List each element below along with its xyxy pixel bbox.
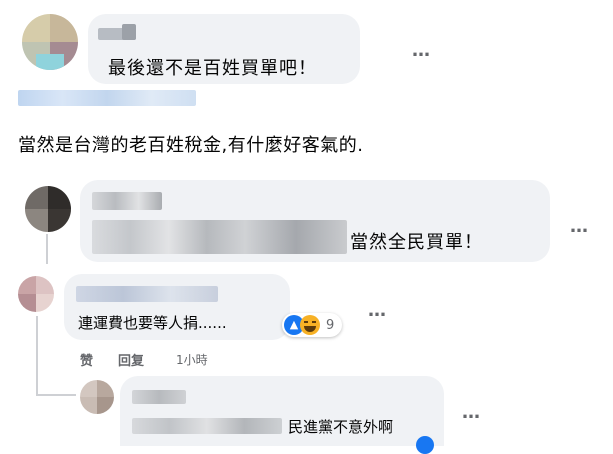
haha-reaction-icon bbox=[300, 315, 320, 335]
comment-bubble: 連運費也要等人捐...... bbox=[64, 274, 290, 340]
commenter-name-blurred[interactable] bbox=[132, 390, 186, 404]
blurred-text bbox=[132, 418, 282, 434]
commenter-avatar[interactable] bbox=[25, 186, 71, 232]
commenter-avatar[interactable] bbox=[18, 276, 54, 312]
comment-text: 連運費也要等人捐...... bbox=[78, 314, 227, 332]
more-options-icon[interactable]: … bbox=[570, 218, 589, 236]
comment-bubble: 民進黨不意外啊 bbox=[120, 376, 444, 454]
comment-text: 最後還不是百姓買單吧！ bbox=[108, 58, 317, 79]
comment-text: 當然是台灣的老百姓稅金,有什麼好客氣的. bbox=[18, 135, 364, 156]
reply-thread-line bbox=[36, 316, 38, 396]
more-options-icon[interactable]: … bbox=[368, 302, 387, 320]
reaction-count: 9 bbox=[326, 317, 335, 333]
commenter-name-blurred[interactable] bbox=[76, 286, 218, 302]
comment-timestamp[interactable]: 1小時 bbox=[176, 351, 208, 368]
reply-thread-line bbox=[36, 394, 76, 396]
commenter-avatar[interactable] bbox=[22, 14, 78, 70]
like-reaction-icon bbox=[416, 436, 434, 454]
reply-button[interactable]: 回复 bbox=[118, 350, 144, 369]
more-options-icon[interactable]: … bbox=[412, 42, 431, 60]
commenter-name-blurred[interactable] bbox=[18, 90, 196, 106]
commenter-avatar[interactable] bbox=[80, 380, 114, 414]
blurred-text bbox=[92, 220, 347, 254]
reaction-summary[interactable]: ▲ 9 bbox=[282, 313, 343, 337]
like-button[interactable]: 赞 bbox=[80, 350, 93, 369]
comment-bubble: 最後還不是百姓買單吧！ bbox=[88, 14, 360, 84]
comment-text: 民進黨不意外啊 bbox=[288, 418, 394, 436]
more-options-icon[interactable]: … bbox=[462, 404, 481, 422]
comment-bubble: 當然全民買單！ bbox=[80, 180, 550, 262]
name-blur-pixel bbox=[122, 24, 136, 40]
comment-text: 當然全民買單！ bbox=[350, 232, 483, 253]
reply-thread-line bbox=[46, 234, 48, 264]
commenter-name-blurred[interactable] bbox=[92, 192, 162, 210]
